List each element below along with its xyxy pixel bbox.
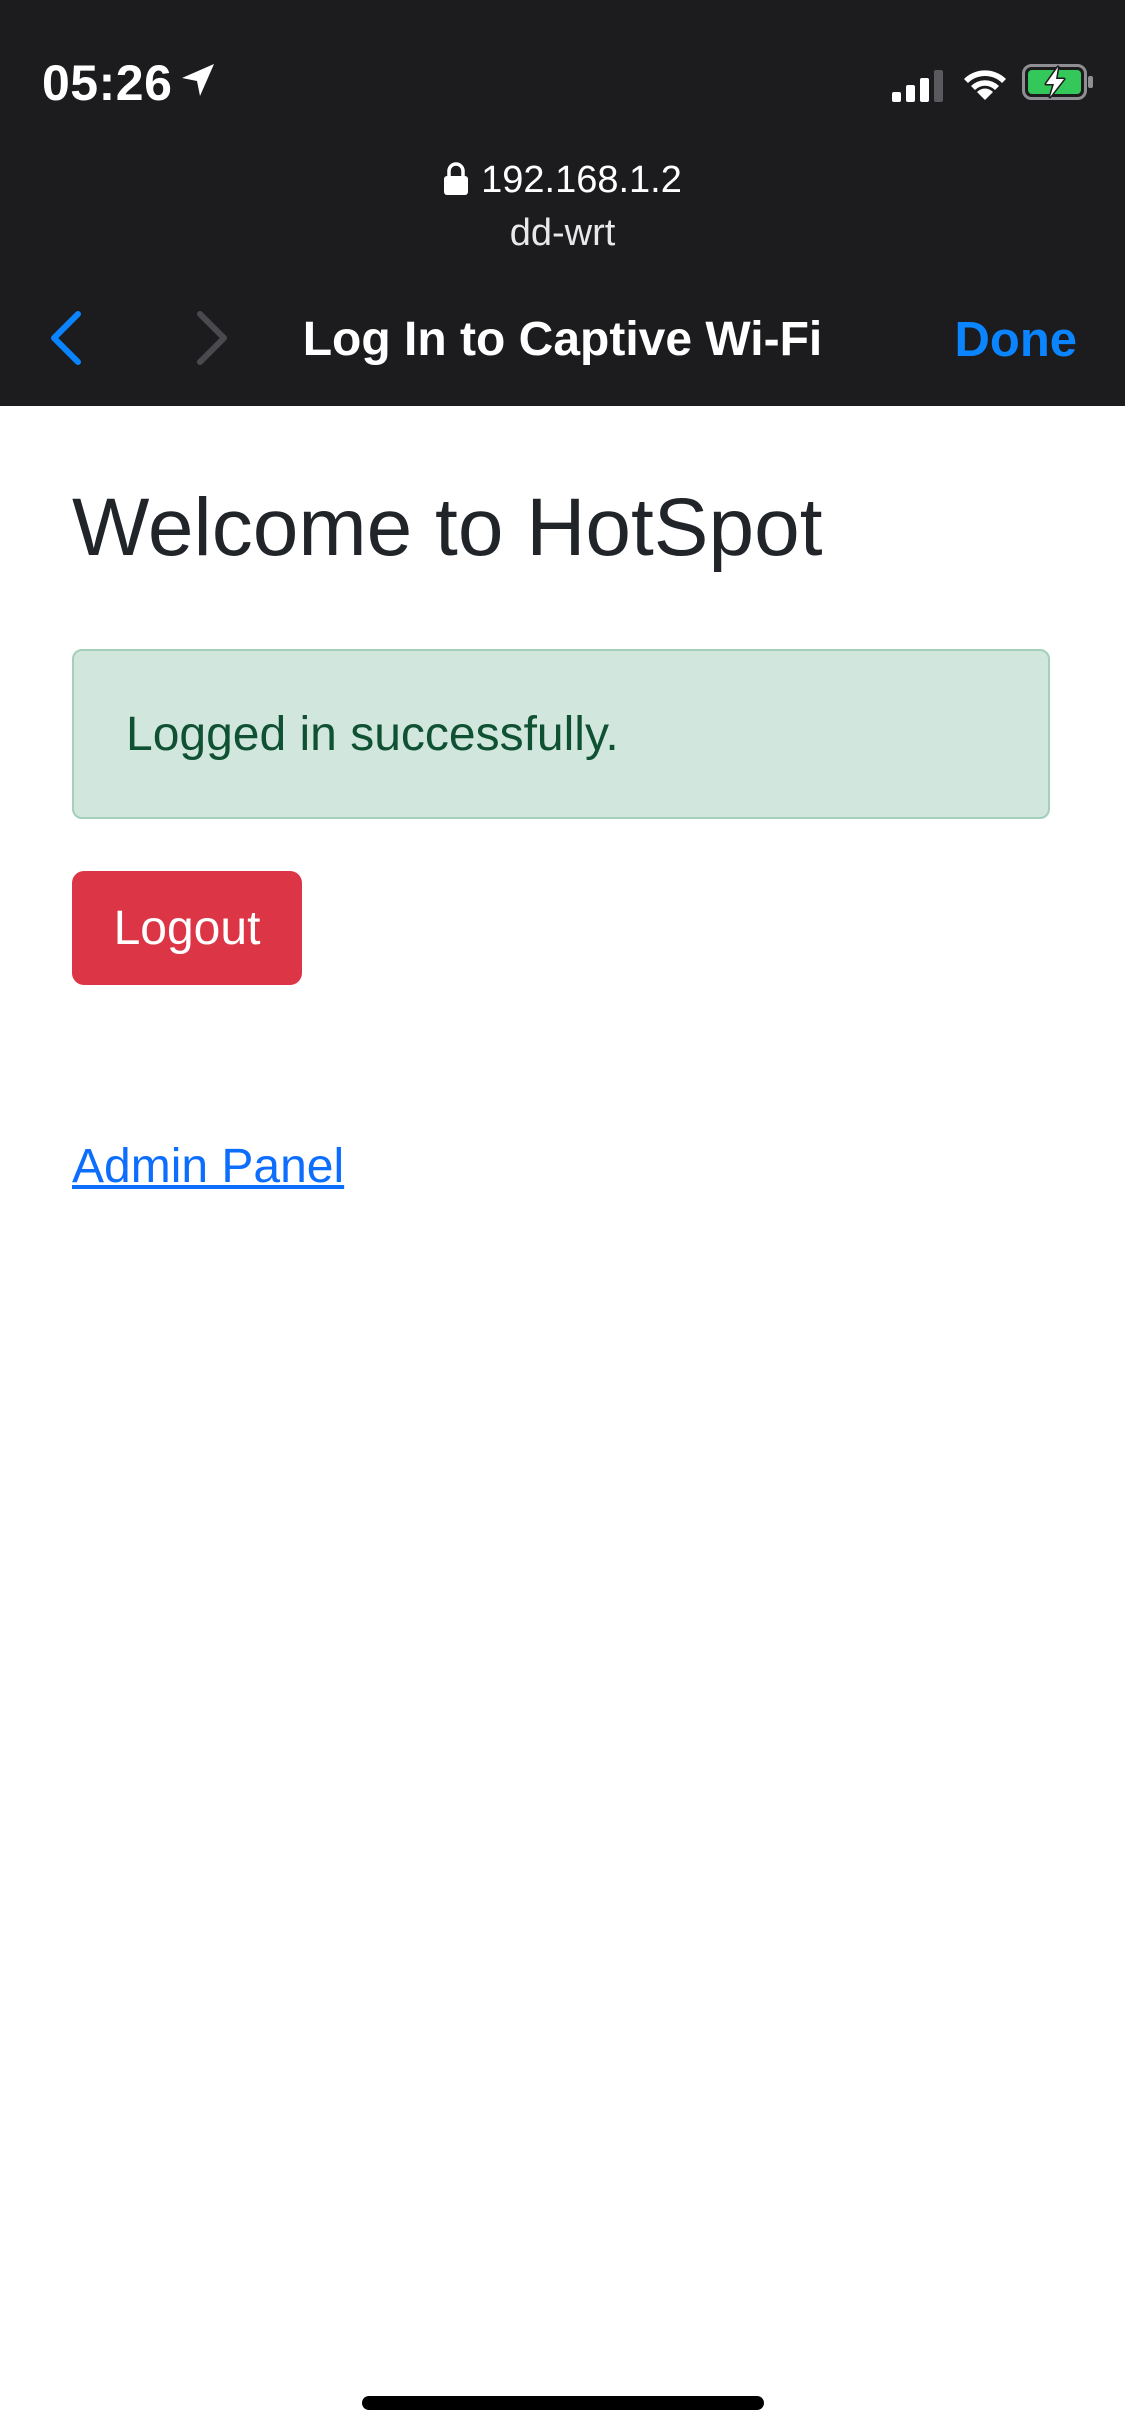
location-arrow-icon (182, 64, 214, 96)
success-alert: Logged in successfully. (72, 649, 1050, 819)
forward-chevron-icon[interactable] (190, 306, 234, 370)
browser-chrome: 05:26 192.168.1.2 dd-wrt Log In to Capti… (0, 0, 1125, 406)
nav-title: Log In to Captive Wi-Fi (302, 313, 823, 366)
page-title: Welcome to HotSpot (72, 482, 823, 573)
status-time: 05:26 (42, 55, 173, 111)
back-chevron-icon[interactable] (44, 306, 88, 370)
battery-charging-icon (1022, 64, 1093, 100)
done-button[interactable]: Done (955, 306, 1078, 374)
cellular-signal-icon (892, 70, 943, 102)
wifi-icon (964, 70, 1006, 100)
alert-message: Logged in successfully. (126, 708, 619, 761)
lock-icon (444, 162, 469, 195)
host-name: dd-wrt (509, 212, 616, 254)
logout-button[interactable]: Logout (72, 871, 302, 985)
address-text: 192.168.1.2 (481, 159, 682, 201)
admin-panel-link[interactable]: Admin Panel (72, 1135, 344, 1199)
address-bar[interactable]: 192.168.1.2 (0, 150, 1125, 210)
screen: 05:26 192.168.1.2 dd-wrt Log In to Capti… (0, 0, 1125, 2436)
home-indicator (362, 2396, 764, 2410)
